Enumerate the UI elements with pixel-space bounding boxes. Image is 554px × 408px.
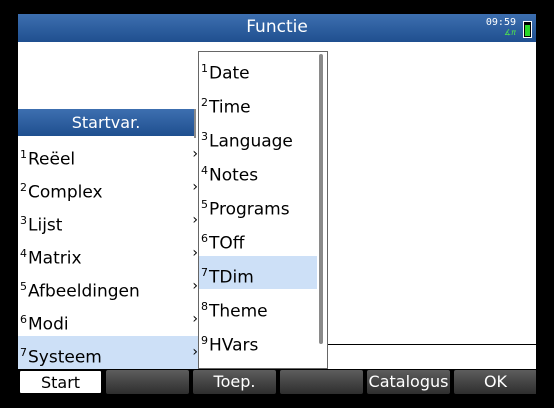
menu-item-afbeeldingen[interactable]: 5Afbeeldingen ›: [18, 270, 202, 303]
title-bar: Functie 09:59 ∡π: [18, 14, 536, 42]
softkey-bar: Start Toep. Catalogus OK: [18, 369, 536, 394]
menu-item-number: 4: [201, 164, 208, 177]
submenu-item-tdim[interactable]: 7TDim: [199, 256, 317, 289]
menu-item-label: Language: [209, 131, 293, 152]
softkey-toep[interactable]: Toep.: [193, 370, 276, 394]
menu-item-label: Notes: [209, 165, 259, 186]
menu-item-number: 6: [201, 232, 208, 245]
menu-item-number: 6: [20, 313, 27, 326]
menu-item-matrix[interactable]: 4Matrix ›: [18, 237, 202, 270]
menu-item-label: Reëel: [28, 149, 76, 170]
menu-item-number: 8: [201, 300, 208, 313]
menu-item-number: 9: [201, 334, 208, 347]
submenu-item-hvars[interactable]: 9HVars: [199, 324, 317, 357]
submenu-item-theme[interactable]: 8Theme: [199, 290, 317, 323]
submenu-scrollbar[interactable]: [319, 54, 323, 344]
entry-line[interactable]: [328, 344, 536, 345]
menu-item-number: 1: [20, 148, 27, 161]
softkey-blank-2[interactable]: [280, 370, 363, 394]
menu-item-label: Theme: [209, 301, 268, 322]
softkey-blank-1[interactable]: [106, 370, 189, 394]
systeem-submenu: 1Date 2Time 3Language 4Notes 5Programs 6…: [198, 51, 328, 369]
menu-item-number: 7: [20, 346, 27, 359]
menu-item-number: 3: [20, 214, 27, 227]
menu-item-number: 7: [201, 266, 208, 279]
clock: 09:59: [485, 17, 516, 28]
menu-item-modi[interactable]: 6Modi ›: [18, 303, 202, 336]
menu-item-label: Modi: [28, 314, 69, 335]
menu-item-label: HVars: [209, 335, 259, 356]
submenu-item-notes[interactable]: 4Notes: [199, 154, 317, 187]
menu-item-label: Complex: [28, 182, 103, 203]
menu-item-number: 5: [20, 280, 27, 293]
menu-item-systeem[interactable]: 7Systeem ›: [18, 336, 202, 369]
menu-item-label: TDim: [209, 267, 254, 288]
startvar-menu: Startvar. 1Reëel › 2Complex › 3Lijst › 4…: [18, 109, 202, 369]
submenu-item-time[interactable]: 2Time: [199, 86, 317, 119]
menu-item-reeel[interactable]: 1Reëel ›: [18, 138, 202, 171]
menu-item-label: Matrix: [28, 248, 82, 269]
menu-item-number: 1: [201, 62, 208, 75]
submenu-item-language[interactable]: 3Language: [199, 120, 317, 153]
menu-item-label: Systeem: [28, 347, 102, 368]
softkey-start[interactable]: Start: [19, 370, 102, 394]
menu-item-label: Programs: [209, 199, 290, 220]
menu-item-number: 4: [20, 247, 27, 260]
softkey-catalogus[interactable]: Catalogus: [367, 370, 450, 394]
submenu-item-programs[interactable]: 5Programs: [199, 188, 317, 221]
menu-item-label: Lijst: [28, 215, 63, 236]
submenu-item-toff[interactable]: 6TOff: [199, 222, 317, 255]
app-title: Functie: [246, 17, 308, 37]
softkey-ok[interactable]: OK: [454, 370, 536, 394]
battery-icon: [523, 21, 532, 38]
menu-item-label: Date: [209, 63, 250, 84]
calculator-screen: Functie 09:59 ∡π Startvar. 1Reëel › 2Com…: [18, 14, 536, 394]
angle-mode-indicator: ∡π: [504, 28, 516, 37]
menu-item-number: 5: [201, 198, 208, 211]
startvar-menu-header: Startvar.: [18, 109, 194, 136]
menu-item-number: 3: [201, 130, 208, 143]
menu-item-complex[interactable]: 2Complex ›: [18, 171, 202, 204]
menu-item-number: 2: [20, 181, 27, 194]
menu-item-lijst[interactable]: 3Lijst ›: [18, 204, 202, 237]
menu-item-label: Time: [209, 97, 251, 118]
menu-item-label: TOff: [209, 233, 245, 254]
menu-item-label: Afbeeldingen: [28, 281, 140, 302]
menu-item-number: 2: [201, 96, 208, 109]
submenu-item-date[interactable]: 1Date: [199, 52, 317, 85]
